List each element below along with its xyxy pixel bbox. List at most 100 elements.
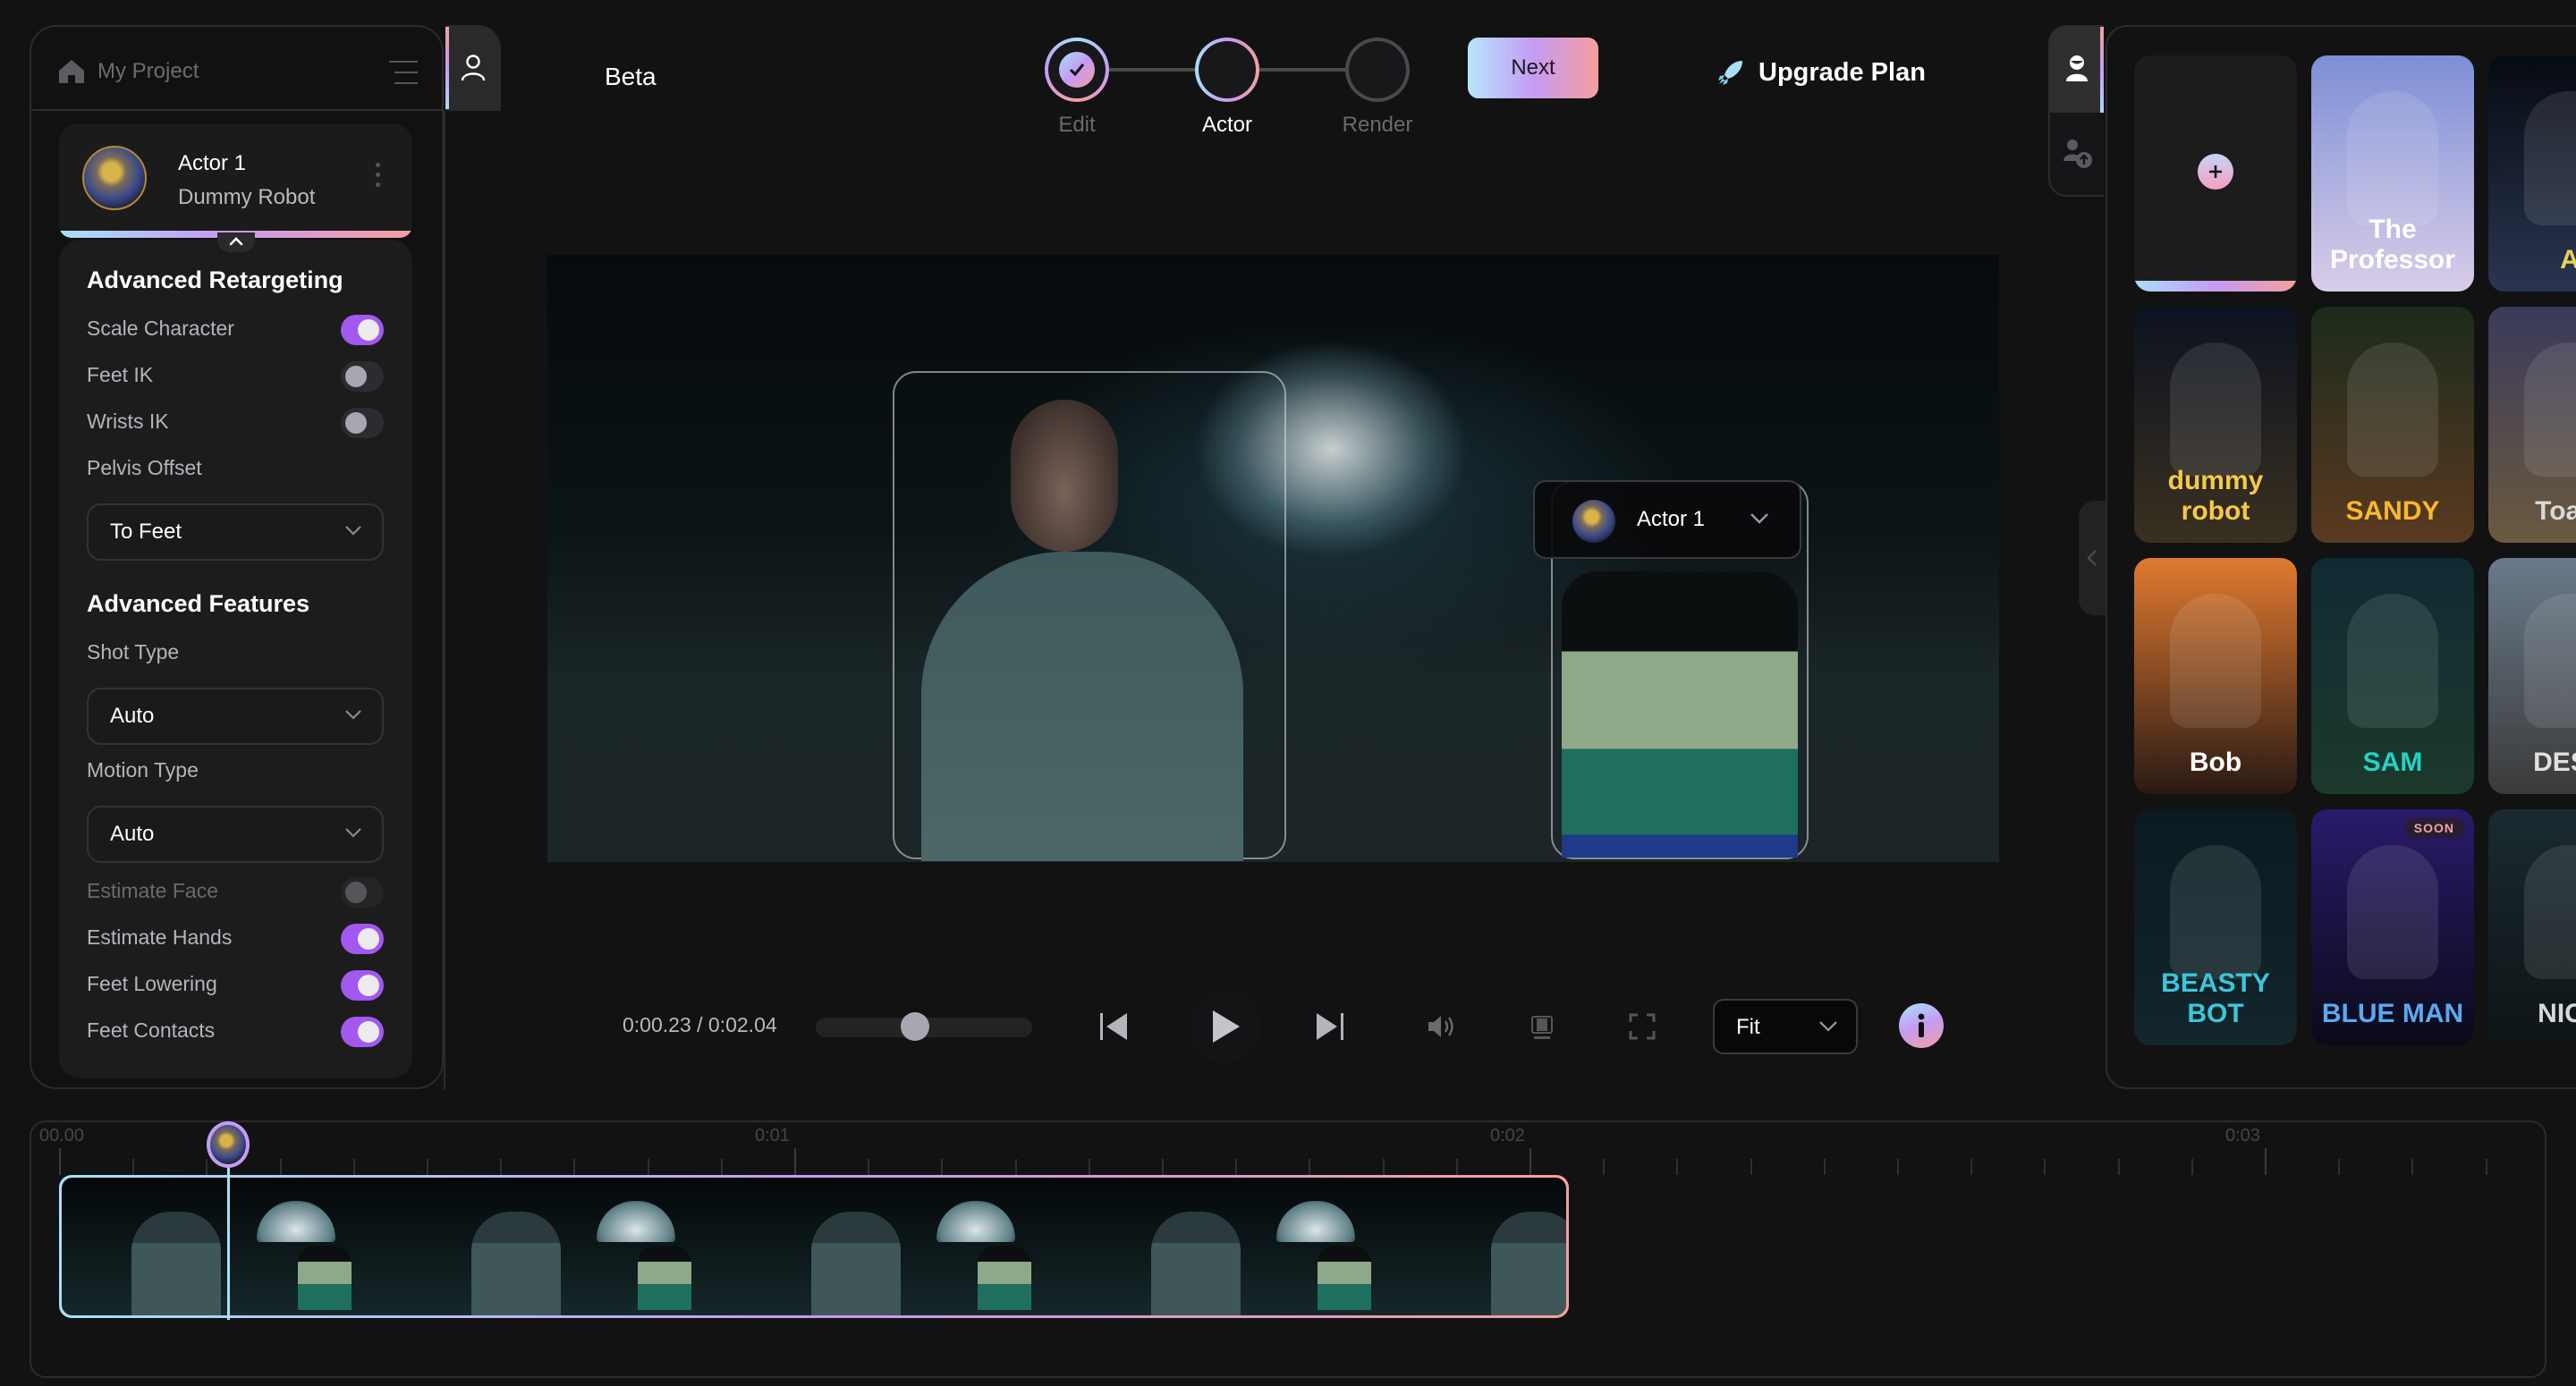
person-head (1011, 400, 1118, 552)
volume-icon (1428, 1016, 1453, 1037)
background-toggle-button[interactable] (1517, 1001, 1567, 1052)
chevron-left-icon (2087, 550, 2097, 566)
timeline-tick (59, 1148, 61, 1175)
character-card[interactable]: BEASTY BOT (2134, 809, 2297, 1045)
character-art (2170, 845, 2261, 979)
scrub-slider-thumb[interactable] (900, 1012, 929, 1041)
section-title-advanced-retargeting: Advanced Retargeting (87, 266, 343, 293)
feet-lowering-toggle[interactable] (341, 970, 384, 1001)
option-scale-character: Scale Character (87, 313, 384, 345)
character-card[interactable]: A (2488, 55, 2576, 292)
fullscreen-button[interactable] (1617, 1001, 1667, 1052)
timeline-time-label: 0:01 (755, 1126, 790, 1145)
step-label-actor: Actor (1201, 113, 1252, 137)
character-card[interactable]: SAM (2311, 558, 2474, 794)
character-card[interactable]: The Professor (2311, 55, 2474, 292)
estimate-face-toggle[interactable] (341, 877, 384, 908)
character-card[interactable]: Bob (2134, 558, 2297, 794)
chevron-up-icon (229, 237, 243, 246)
character-art (2524, 342, 2576, 477)
upgrade-plan-button[interactable]: Upgrade Plan (1716, 57, 1926, 88)
step-circle (1349, 41, 1406, 98)
info-button[interactable] (1899, 1003, 1944, 1048)
tab-upload-character[interactable] (2050, 113, 2104, 197)
step-label-edit: Edit (1058, 113, 1096, 137)
character-card[interactable]: DESE (2488, 558, 2576, 794)
timeline-tick (1162, 1159, 1164, 1175)
zoom-fit-select[interactable]: Fit (1713, 999, 1858, 1054)
collapse-right-panel-button[interactable] (2079, 501, 2106, 615)
project-name: My Project (97, 59, 199, 83)
detected-person-box[interactable] (893, 371, 1286, 861)
character-title: Bob (2189, 748, 2242, 777)
actor-assign-label: Actor 1 (1637, 507, 1706, 531)
character-card[interactable]: NICE (2488, 809, 2576, 1045)
video-clip-track[interactable] (59, 1175, 1569, 1318)
timeline-tick (720, 1159, 723, 1175)
character-art (2170, 594, 2261, 728)
scale-character-toggle[interactable] (341, 315, 384, 345)
tab-characters[interactable] (2050, 27, 2104, 113)
playhead-line[interactable] (227, 1159, 231, 1320)
motion-type-row: Motion Type (87, 755, 384, 787)
option-estimate-hands: Estimate Hands (87, 922, 384, 954)
character-card[interactable]: dummy robot (2134, 307, 2297, 543)
add-character-card[interactable] (2134, 55, 2297, 292)
timeline-tick (1823, 1159, 1826, 1175)
character-art (2524, 91, 2576, 225)
character-card[interactable]: Toast (2488, 307, 2576, 543)
wrists-ik-toggle[interactable] (341, 408, 384, 438)
motion-type-select[interactable]: Auto (87, 806, 384, 863)
clip-frame-light (936, 1201, 1015, 1242)
clip-frame-person (1318, 1246, 1371, 1310)
shot-type-label: Shot Type (87, 640, 180, 663)
timeline-time-label: 00.00 (39, 1126, 85, 1145)
timeline-tick (279, 1159, 282, 1175)
soon-badge: SOON (2404, 818, 2463, 838)
actor-avatar (1572, 500, 1615, 543)
more-options-icon[interactable] (371, 163, 384, 199)
skip-to-start-button[interactable] (1089, 1001, 1140, 1052)
estimate-hands-toggle[interactable] (341, 924, 384, 954)
clip-frame-person (298, 1246, 352, 1310)
feet-contacts-toggle[interactable] (341, 1017, 384, 1047)
project-header: My Project (31, 27, 444, 111)
toggle-knob (358, 928, 379, 950)
play-button[interactable] (1190, 991, 1261, 1062)
collapse-button[interactable] (217, 232, 255, 252)
home-button[interactable]: My Project (58, 46, 199, 97)
person-figure (1562, 571, 1798, 858)
plus-icon (2198, 154, 2233, 190)
skip-to-end-button[interactable] (1304, 1001, 1354, 1052)
timeline-tick (2117, 1159, 2120, 1175)
chevron-down-icon (1750, 513, 1768, 524)
step-actor[interactable] (1195, 38, 1259, 102)
actor-tab-button[interactable] (445, 25, 501, 111)
character-card[interactable]: SANDY (2311, 307, 2474, 543)
next-button[interactable]: Next (1468, 38, 1598, 98)
fullscreen-icon (1629, 1013, 1656, 1040)
actor-avatar (82, 146, 147, 210)
step-connector (1259, 68, 1345, 72)
timeline-tick (1897, 1159, 1899, 1175)
actor-card[interactable]: Actor 1 Dummy Robot (59, 123, 412, 238)
actor-assign-dropdown[interactable]: Actor 1 (1533, 480, 1801, 559)
shot-type-select[interactable]: Auto (87, 688, 384, 745)
character-art (2347, 845, 2438, 979)
volume-button[interactable] (1417, 1001, 1467, 1052)
step-edit[interactable] (1045, 38, 1109, 102)
playhead-handle[interactable] (207, 1121, 250, 1168)
timeline-tick (1455, 1159, 1458, 1175)
timeline-tick (1014, 1159, 1017, 1175)
clip-frame-person (1491, 1212, 1566, 1315)
character-card[interactable]: BLUE MAN SOON (2311, 809, 2474, 1045)
video-preview[interactable]: Actor 1 (547, 255, 1999, 862)
feet-ik-toggle[interactable] (341, 361, 384, 392)
option-label: Feet IK (87, 363, 154, 386)
skip-forward-icon (1317, 1013, 1343, 1040)
actor-avatar (210, 1125, 247, 1164)
pelvis-offset-row: Pelvis Offset (87, 452, 384, 485)
pelvis-offset-select[interactable]: To Feet (87, 503, 384, 561)
menu-button[interactable] (378, 54, 425, 93)
step-render[interactable] (1345, 38, 1410, 102)
